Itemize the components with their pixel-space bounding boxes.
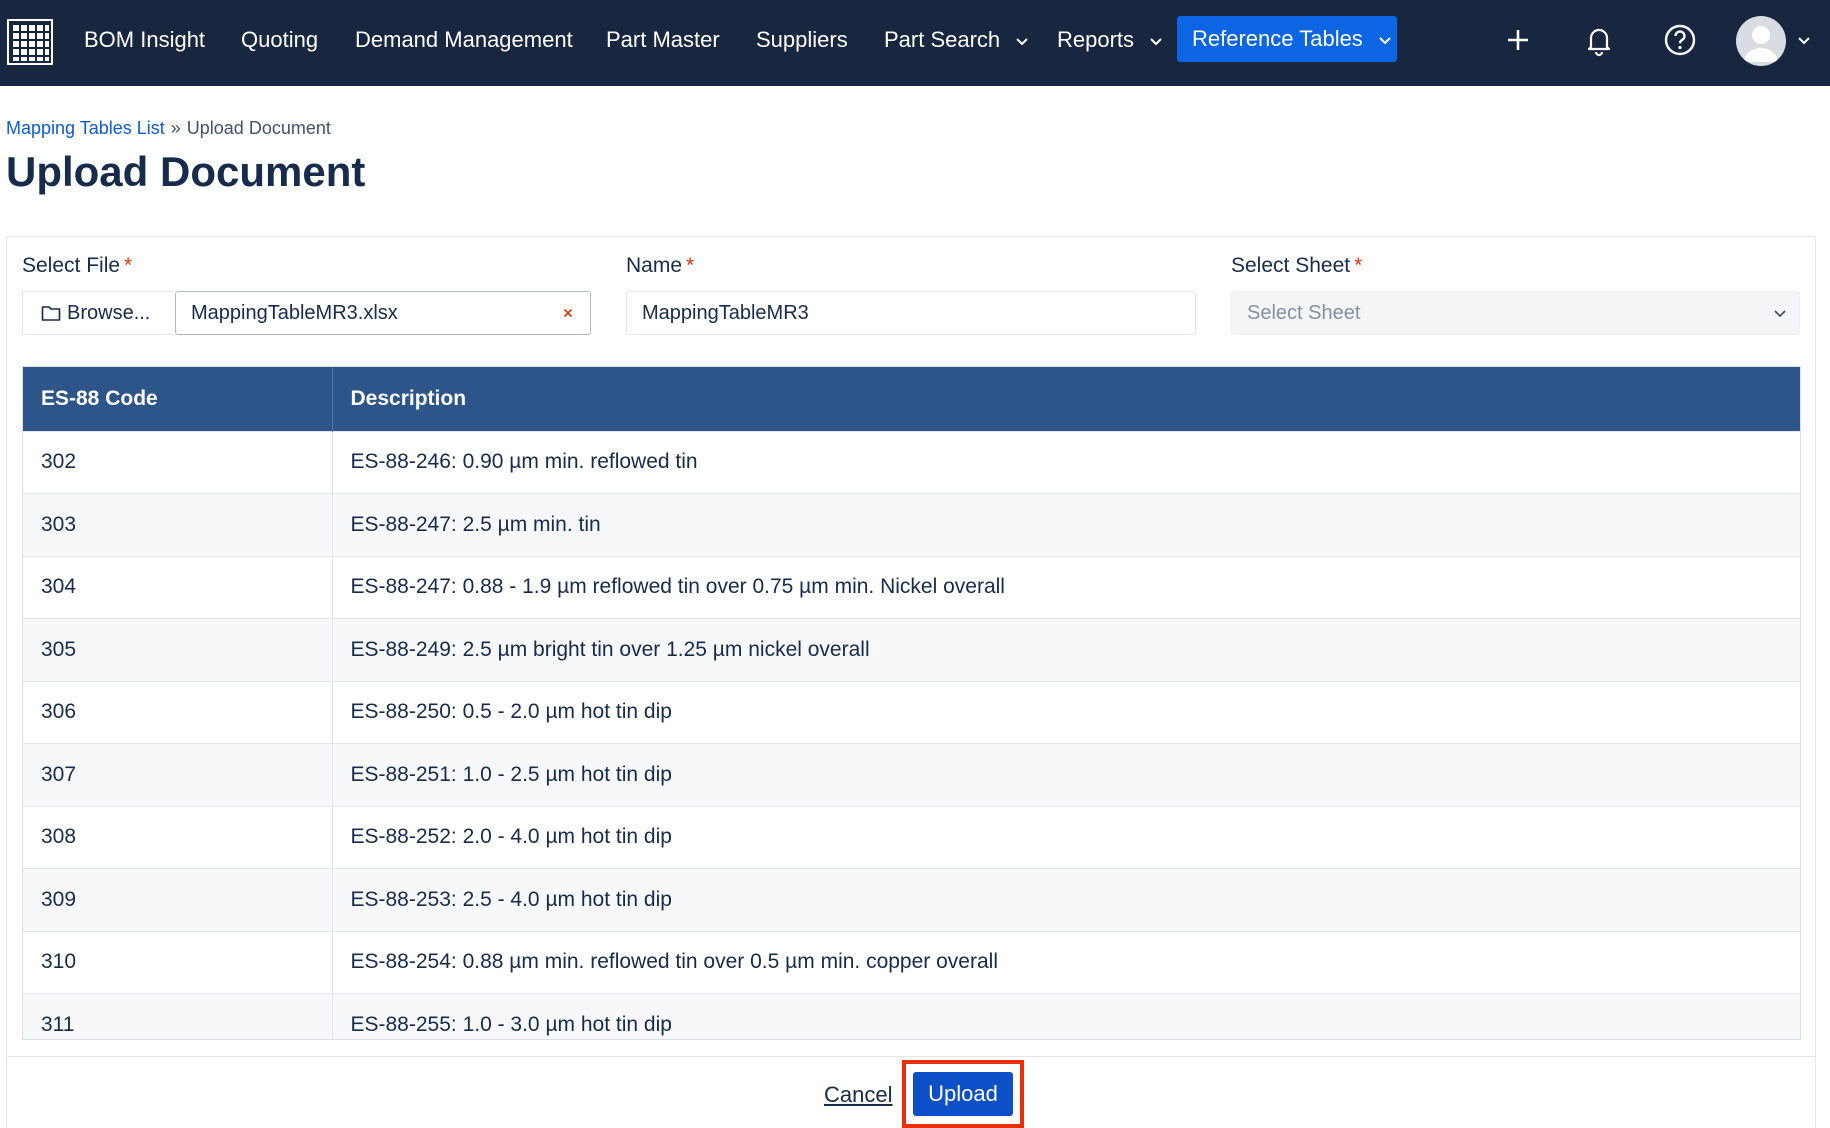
nav-item-label: Part Search — [884, 27, 1001, 52]
nav-item-part-master[interactable]: Part Master — [606, 0, 720, 80]
chevron-down-icon — [1379, 37, 1391, 45]
required-asterisk: * — [686, 254, 695, 277]
browse-button[interactable]: Browse... — [22, 291, 175, 335]
cell-description: ES-88-247: 0.88 - 1.9 µm reflowed tin ov… — [332, 555, 1800, 619]
cell-code: 303 — [23, 493, 333, 556]
cell-description: ES-88-247: 2.5 µm min. tin — [332, 493, 1800, 556]
bell-icon[interactable] — [1579, 20, 1619, 60]
table-row: 309 ES-88-253: 2.5 - 4.0 µm hot tin dip — [23, 868, 1800, 931]
add-icon[interactable] — [1498, 20, 1538, 60]
chevron-down-icon[interactable] — [1796, 32, 1812, 48]
cell-code: 311 — [23, 993, 333, 1039]
column-header-es88-code: ES-88 Code — [23, 367, 333, 431]
select-sheet-dropdown[interactable]: Select Sheet — [1231, 291, 1800, 335]
cell-code: 308 — [23, 805, 333, 869]
cell-description: ES-88-251: 1.0 - 2.5 µm hot tin dip — [332, 743, 1800, 806]
select-sheet-label: Select Sheet * — [1231, 254, 1362, 278]
nav-item-demand-management[interactable]: Demand Management — [355, 0, 573, 80]
required-asterisk: * — [1354, 254, 1363, 277]
select-file-label-text: Select File — [22, 254, 121, 277]
preview-table-grid: ES-88 Code Description 302 ES-88-246: 0.9… — [23, 367, 1800, 1039]
breadcrumb-current: Upload Document — [186, 118, 331, 138]
nav-item-label: Quoting — [241, 27, 319, 52]
cell-code: 306 — [23, 680, 333, 744]
table-row: 304 ES-88-247: 0.88 - 1.9 µm reflowed tin… — [23, 555, 1800, 619]
page-title: Upload Document — [6, 148, 366, 195]
app-grid-logo-icon[interactable] — [6, 16, 54, 66]
cell-code: 310 — [23, 930, 333, 994]
cell-description: ES-88-252: 2.0 - 4.0 µm hot tin dip — [332, 805, 1800, 869]
clear-file-icon[interactable] — [558, 303, 578, 323]
table-row: 310 ES-88-254: 0.88 µm min. reflowed tin … — [23, 930, 1800, 994]
chevron-down-icon — [1150, 38, 1162, 46]
select-sheet-placeholder: Select Sheet — [1247, 302, 1361, 324]
nav-item-label: BOM Insight — [84, 27, 206, 52]
selected-file-field[interactable] — [175, 291, 591, 335]
user-icon — [1744, 26, 1778, 62]
upload-button[interactable]: Upload — [913, 1072, 1013, 1116]
cell-description: ES-88-254: 0.88 µm min. reflowed tin ove… — [332, 930, 1800, 994]
table-row: 307 ES-88-251: 1.0 - 2.5 µm hot tin dip — [23, 743, 1800, 806]
select-file-label: Select File * — [22, 254, 132, 278]
breadcrumb-separator: » — [170, 118, 181, 138]
chevron-down-icon — [1016, 38, 1029, 46]
cell-description: ES-88-255: 1.0 - 3.0 µm hot tin dip — [332, 993, 1800, 1039]
cell-code: 307 — [23, 743, 333, 806]
cell-code: 309 — [23, 868, 333, 931]
avatar[interactable] — [1736, 16, 1786, 66]
nav-item-part-search[interactable]: Part Search — [884, 0, 1030, 80]
nav-item-label: Reports — [1057, 27, 1135, 52]
table-row: 305 ES-88-249: 2.5 µm bright tin over 1.2… — [23, 618, 1800, 681]
breadcrumb-link-mapping-tables-list[interactable]: Mapping Tables List — [6, 118, 165, 138]
cancel-link[interactable]: Cancel — [824, 1082, 892, 1108]
table-row: 302 ES-88-246: 0.90 µm min. reflowed tin — [23, 430, 1800, 494]
nav-item-bom-insight[interactable]: BOM Insight — [84, 0, 205, 80]
nav-item-label: Part Master — [606, 27, 720, 52]
chevron-down-icon — [1774, 310, 1786, 318]
nav-item-reference-tables[interactable]: Reference Tables — [1177, 16, 1397, 62]
browse-button-label: Browse... — [67, 302, 151, 324]
cell-code: 302 — [23, 430, 333, 494]
cell-description: ES-88-250: 0.5 - 2.0 µm hot tin dip — [332, 680, 1800, 744]
folder-icon — [41, 306, 61, 321]
breadcrumb: Mapping Tables List» Upload Document — [6, 118, 331, 139]
cell-code: 304 — [23, 555, 333, 619]
table-row: 306 ES-88-250: 0.5 - 2.0 µm hot tin dip — [23, 680, 1800, 744]
column-header-description: Description — [332, 367, 1800, 431]
table-header-row: ES-88 Code Description — [23, 367, 1800, 431]
nav-item-suppliers[interactable]: Suppliers — [756, 0, 848, 80]
cell-description: ES-88-249: 2.5 µm bright tin over 1.25 µ… — [332, 618, 1800, 681]
nav-item-label: Suppliers — [756, 27, 848, 52]
required-asterisk: * — [124, 254, 133, 277]
nav-item-reports[interactable]: Reports — [1057, 0, 1164, 80]
table-row: 308 ES-88-252: 2.0 - 4.0 µm hot tin dip — [23, 805, 1800, 869]
cell-description: ES-88-253: 2.5 - 4.0 µm hot tin dip — [332, 868, 1800, 931]
table-row: 303 ES-88-247: 2.5 µm min. tin — [23, 493, 1800, 556]
help-icon[interactable] — [1660, 20, 1700, 60]
top-navigation-bar: BOM Insight Quoting Demand Management Pa… — [0, 0, 1830, 86]
name-label-text: Name — [626, 254, 683, 277]
footer-divider — [6, 1056, 1816, 1057]
nav-item-quoting[interactable]: Quoting — [241, 0, 318, 80]
nav-item-label: Demand Management — [355, 27, 573, 52]
preview-table[interactable]: ES-88 Code Description 302 ES-88-246: 0.9… — [22, 366, 1801, 1040]
name-label: Name * — [626, 254, 694, 278]
table-row: 311 ES-88-255: 1.0 - 3.0 µm hot tin dip — [23, 993, 1800, 1039]
name-field[interactable] — [626, 291, 1196, 335]
cell-code: 305 — [23, 618, 333, 681]
nav-item-label: Reference Tables — [1192, 26, 1363, 51]
cell-description: ES-88-246: 0.90 µm min. reflowed tin — [332, 430, 1800, 494]
select-sheet-label-text: Select Sheet — [1231, 254, 1351, 277]
